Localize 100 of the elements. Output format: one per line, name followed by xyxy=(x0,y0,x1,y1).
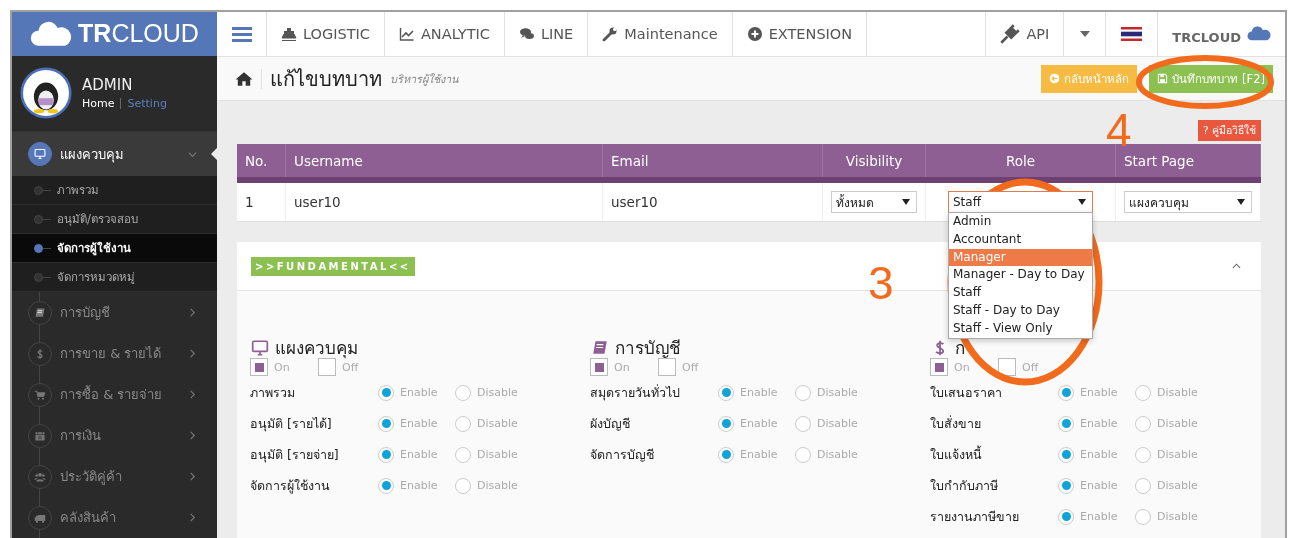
radio-button[interactable] xyxy=(1135,446,1151,463)
checkbox-label: Off xyxy=(342,360,360,374)
start-page-select[interactable]: แผงควบคุม xyxy=(1124,191,1252,213)
checkbox[interactable] xyxy=(590,358,608,376)
sidebar-item[interactable]: การขาย & รายได้ xyxy=(12,333,217,374)
book-icon xyxy=(34,306,46,319)
table-cell: 1 xyxy=(237,180,286,222)
radio-button[interactable] xyxy=(1058,384,1074,401)
radio-button[interactable] xyxy=(1058,446,1074,463)
dropdown-option[interactable]: Manager - Day to Day xyxy=(949,266,1092,285)
api-link[interactable]: API xyxy=(985,12,1064,56)
radio-button[interactable] xyxy=(795,384,811,401)
checkbox[interactable] xyxy=(930,358,948,376)
checkbox[interactable] xyxy=(658,358,676,376)
sidebar-item[interactable]: การบัญชี xyxy=(12,292,217,333)
radio-button[interactable] xyxy=(718,384,734,401)
radio-label: Disable xyxy=(1157,510,1199,523)
wrench-icon xyxy=(602,26,619,42)
radio-button[interactable] xyxy=(1135,508,1151,525)
column-header: Username xyxy=(285,144,603,180)
chevron-icon xyxy=(188,349,197,358)
radio-button[interactable] xyxy=(1058,415,1074,432)
permission-label: อนุมัติ [รายได้] xyxy=(250,414,333,434)
users-icon xyxy=(34,470,46,483)
collapse-icon[interactable] xyxy=(1232,263,1241,269)
sidebar-item[interactable]: คลังสินค้า xyxy=(12,497,217,538)
permission-label: รายงานภาษีขาย xyxy=(930,507,1020,526)
sidebar-subitem[interactable]: อนุมัติ/ตรวจสอบ xyxy=(12,205,217,234)
monitor-icon xyxy=(250,339,270,357)
radio-button[interactable] xyxy=(378,477,394,494)
sidebar-subitem[interactable]: จัดการหมวดหมู่ xyxy=(12,263,217,292)
radio-label: Disable xyxy=(477,386,519,399)
sidebar-item[interactable]: ประวัติคู่ค้า xyxy=(12,456,217,497)
column-header: Email xyxy=(602,144,823,180)
ship-icon xyxy=(281,26,297,42)
cloud-icon xyxy=(1247,24,1271,42)
avatar xyxy=(20,67,72,120)
dollar-icon xyxy=(34,347,46,360)
logo-bar[interactable]: TRCLOUD xyxy=(12,12,217,56)
radio-button[interactable] xyxy=(1058,508,1074,525)
sidebar-subitem[interactable]: ภาพรวม xyxy=(12,176,217,205)
radio-label: Disable xyxy=(477,448,519,461)
dropdown-option[interactable]: Staff xyxy=(949,284,1092,302)
dropdown-option[interactable]: Accountant xyxy=(949,230,1092,249)
sidebar-item[interactable]: แผงควบคุม xyxy=(12,132,217,176)
permission-label: ภาพรวม xyxy=(250,383,296,402)
radio-label: Enable xyxy=(1080,386,1119,399)
column-header: No. xyxy=(237,144,286,180)
dropdown-option[interactable]: Admin xyxy=(949,213,1092,231)
radio-label: Disable xyxy=(1157,386,1199,399)
checkbox[interactable] xyxy=(250,358,268,376)
home-icon[interactable] xyxy=(235,70,253,87)
chevron-icon xyxy=(188,431,197,440)
radio-button[interactable] xyxy=(455,384,471,401)
step-number: 3 xyxy=(868,260,894,306)
radio-button[interactable] xyxy=(1135,384,1151,401)
checkbox-label: On xyxy=(274,360,291,374)
radio-button[interactable] xyxy=(795,415,811,432)
account-link[interactable]: TRCLOUD xyxy=(1157,12,1285,56)
sidebar-subitem[interactable]: จัดการผู้ใช้งาน xyxy=(12,234,217,263)
radio-label: Enable xyxy=(1080,479,1119,492)
plug-icon xyxy=(1000,24,1021,44)
help-badge[interactable]: ? คู่มือวิธีใช้ xyxy=(1198,120,1261,141)
caret-icon[interactable] xyxy=(1079,31,1090,37)
radio-button[interactable] xyxy=(455,415,471,432)
chevron-icon xyxy=(188,308,197,317)
radio-button[interactable] xyxy=(1135,415,1151,432)
top-nav-link[interactable]: ANALYTIC xyxy=(384,12,505,56)
section-title: การบัญชี xyxy=(615,339,681,357)
top-nav-link[interactable]: EXTENSION xyxy=(732,12,868,56)
radio-button[interactable] xyxy=(795,446,811,463)
top-nav-link[interactable]: LINE xyxy=(504,12,589,56)
permission-label: ใบกำกับภาษี xyxy=(930,476,999,495)
radio-button[interactable] xyxy=(378,384,394,401)
top-nav-link[interactable]: LOGISTIC xyxy=(267,12,385,56)
checkbox[interactable] xyxy=(998,358,1016,376)
back-arrow-icon xyxy=(1049,73,1061,84)
dropdown-option[interactable]: Staff - Day to Day xyxy=(949,302,1092,320)
radio-button[interactable] xyxy=(378,446,394,463)
radio-button[interactable] xyxy=(455,446,471,463)
checkbox[interactable] xyxy=(318,358,336,376)
sidebar-item[interactable]: การซื้อ & รายจ่าย xyxy=(12,374,217,415)
column-header: Visibility xyxy=(822,144,926,180)
top-nav-link[interactable]: Maintenance xyxy=(588,12,733,56)
permission-label: ผังบัญชี xyxy=(590,414,631,433)
profile-link[interactable]: Setting xyxy=(127,97,167,111)
radio-button[interactable] xyxy=(378,415,394,432)
radio-button[interactable] xyxy=(718,446,734,463)
visibility-select[interactable]: ทั้งหมด xyxy=(831,191,917,213)
profile-link[interactable]: Home xyxy=(82,97,115,111)
radio-button[interactable] xyxy=(1135,477,1151,494)
permission-label: สมุดรายวันทั่วไป xyxy=(590,383,681,403)
sidebar-item[interactable]: การเงิน xyxy=(12,415,217,456)
permission-label: ใบเสนอราคา xyxy=(930,383,1003,402)
role-select[interactable]: Staff xyxy=(948,191,1093,213)
chevron-icon xyxy=(188,149,197,159)
radio-button[interactable] xyxy=(455,477,471,494)
dropdown-option[interactable]: Staff - View Only xyxy=(949,319,1092,338)
radio-button[interactable] xyxy=(1058,477,1074,494)
radio-button[interactable] xyxy=(718,415,734,432)
